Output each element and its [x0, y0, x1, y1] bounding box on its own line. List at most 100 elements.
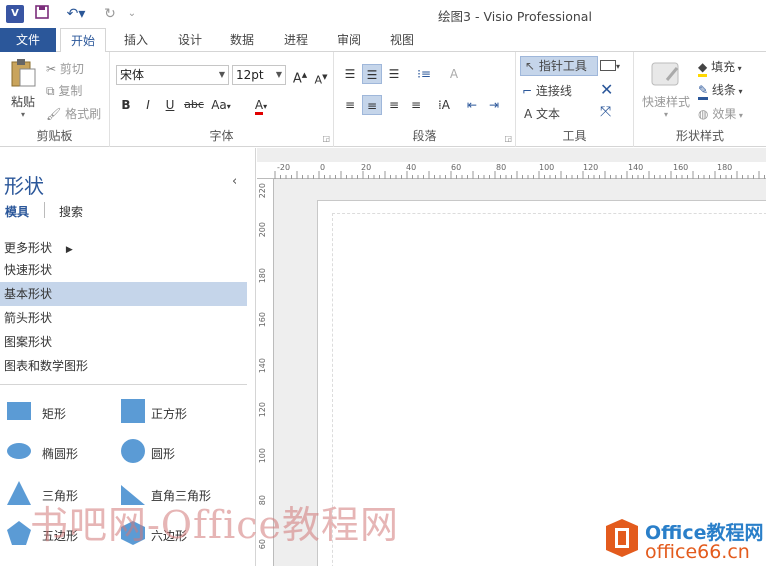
grow-font-button[interactable]: A▲ — [290, 65, 310, 86]
shape-circle[interactable]: 圆形 — [120, 438, 240, 468]
square-shape-icon — [121, 399, 145, 423]
effects-label: 效果 — [712, 107, 737, 121]
text-direction-button[interactable]: A — [444, 64, 464, 84]
ruler-label: 160 — [673, 163, 689, 172]
watermark-logo-bottom: office66.cn — [645, 541, 750, 563]
tab-review[interactable]: 审阅 — [327, 28, 371, 52]
tab-stencils[interactable]: 模具 — [5, 203, 29, 220]
font-size-value: 12pt — [236, 68, 264, 82]
ruler-label: 100 — [539, 163, 555, 172]
ruler-label: 140 — [628, 163, 644, 172]
shape-rectangle[interactable]: 矩形 — [6, 398, 116, 428]
tab-home[interactable]: 开始 — [60, 28, 107, 53]
align-left-button[interactable]: ≡ — [340, 95, 360, 115]
align-middle-button[interactable]: ☰ — [362, 64, 382, 84]
tab-insert[interactable]: 插入 — [114, 28, 158, 52]
ruler-label: 140 — [258, 358, 267, 374]
rectangle-shape-icon — [7, 402, 31, 420]
tab-data[interactable]: 数据 — [220, 28, 264, 52]
connector-tool-label: 连接线 — [535, 84, 572, 98]
pentagon-shape-icon — [7, 521, 31, 545]
tools-group-label: 工具 — [562, 129, 587, 143]
connector-icon: ⌐ — [522, 84, 533, 98]
tools-group: ↖ 指针工具 ▾ ⌐ 连接线 ✕ A 文本 ⤧ 工具 — [516, 52, 634, 147]
shape-square[interactable]: 正方形 — [120, 398, 240, 428]
decrease-indent-button[interactable]: ⇤ — [462, 95, 482, 115]
copy-icon: ⧉ — [46, 84, 55, 98]
shrink-font-button[interactable]: A▼ — [311, 67, 331, 87]
align-bottom-button[interactable]: ☰ — [384, 64, 404, 84]
align-right-button[interactable]: ≡ — [384, 95, 404, 115]
italic-button[interactable]: I — [138, 95, 158, 115]
quick-styles-icon — [651, 62, 679, 86]
ruler-label: 220 — [258, 183, 267, 199]
paragraph-group: ☰ ☰ ☰ ⁝≡ A ≡ ≡ ≡ ≡ ⁞A ⇤ ⇥ 段落 ◲ — [334, 52, 516, 147]
panel-divider — [0, 384, 247, 385]
rectangle-tool-button[interactable]: ▾ — [600, 58, 620, 72]
chevron-down-icon: ▼ — [218, 70, 225, 79]
text-tool-icon: A — [524, 107, 533, 121]
ribbon: 粘贴 ▾ ✂ 剪切 ⧉ 复制 🖌 格式刷 剪贴板 宋体 ▼ 12pt ▼ A▲ … — [0, 52, 766, 147]
circle-shape-icon — [121, 439, 145, 463]
tab-view[interactable]: 视图 — [380, 28, 424, 52]
tab-design[interactable]: 设计 — [168, 28, 212, 52]
horizontal-ruler[interactable]: -20 0 20 40 60 80 100 120 140 160 180 — [257, 162, 766, 179]
shape-ellipse[interactable]: 椭圆形 — [6, 438, 116, 468]
more-shapes-item[interactable]: 更多形状 ▶ — [0, 236, 247, 260]
clipboard-group-label: 剪贴板 — [36, 129, 73, 143]
pointer-icon: ↖ — [525, 59, 536, 73]
chevron-down-icon: ▼ — [275, 70, 282, 79]
vertical-text-button[interactable]: ⁞A — [434, 95, 454, 115]
increase-indent-button[interactable]: ⇥ — [484, 95, 504, 115]
close-icon[interactable]: ✕ — [600, 80, 613, 99]
bullets-button[interactable]: ⁝≡ — [414, 64, 434, 84]
line-button[interactable]: ✎ 线条 ▾ — [698, 81, 742, 100]
paste-label: 粘贴 — [10, 95, 35, 109]
stencil-item-quick-shapes[interactable]: 快速形状 — [0, 258, 247, 282]
ruler-label: 180 — [258, 268, 267, 284]
cut-button[interactable]: ✂ 剪切 — [46, 60, 84, 77]
ruler-label: 160 — [258, 312, 267, 328]
effects-icon: ◍ — [698, 107, 709, 121]
fill-button[interactable]: ◆ 填充 ▾ — [698, 58, 742, 77]
connector-tool-button[interactable]: ⌐ 连接线 — [522, 82, 572, 99]
stencil-item-basic-shapes[interactable]: 基本形状 — [0, 282, 247, 306]
font-group: 宋体 ▼ 12pt ▼ A▲ A▼ B I U abc Aa▾ A▾ 字体 ◲ — [110, 52, 334, 147]
text-tool-button[interactable]: A 文本 — [524, 105, 560, 122]
horizontal-ruler-ticks — [274, 171, 765, 179]
pen-icon: ✎ — [698, 83, 709, 100]
paragraph-dialog-launcher-icon[interactable]: ◲ — [504, 134, 512, 143]
shapes-panel-title: 形状 — [4, 174, 44, 198]
font-dialog-launcher-icon[interactable]: ◲ — [322, 134, 330, 143]
paste-button[interactable]: 粘贴 ▾ — [6, 58, 40, 124]
quick-styles-button[interactable]: 快速样式 ▾ — [638, 60, 694, 124]
format-painter-button[interactable]: 🖌 格式刷 — [46, 105, 101, 122]
align-top-button[interactable]: ☰ — [340, 64, 360, 84]
shape-styles-group-label: 形状样式 — [675, 129, 724, 143]
strikethrough-button[interactable]: abc — [182, 95, 206, 115]
copy-button[interactable]: ⧉ 复制 — [46, 82, 82, 99]
pointer-tool-label: 指针工具 — [538, 59, 587, 73]
quick-styles-label: 快速样式 — [641, 95, 690, 109]
font-size-dropdown[interactable]: 12pt ▼ — [232, 65, 286, 85]
align-center-button[interactable]: ≡ — [362, 95, 382, 115]
effects-button[interactable]: ◍ 效果 ▾ — [698, 105, 743, 122]
stencil-item-chart-math-shapes[interactable]: 图表和数学图形 — [0, 354, 247, 378]
stencil-item-arrow-shapes[interactable]: 箭头形状 — [0, 306, 247, 330]
justify-button[interactable]: ≡ — [406, 95, 426, 115]
font-name-dropdown[interactable]: 宋体 ▼ — [116, 65, 229, 85]
stencil-item-pattern-shapes[interactable]: 图案形状 — [0, 330, 247, 354]
clipboard-group: 粘贴 ▾ ✂ 剪切 ⧉ 复制 🖌 格式刷 剪贴板 — [0, 52, 110, 147]
tab-file[interactable]: 文件 — [0, 28, 56, 52]
tab-search[interactable]: 搜索 — [59, 203, 83, 220]
change-case-button[interactable]: Aa▾ — [206, 95, 236, 115]
font-color-button[interactable]: A▾ — [246, 95, 276, 115]
tab-process[interactable]: 进程 — [274, 28, 318, 52]
bold-button[interactable]: B — [116, 95, 136, 115]
pointer-tool-button[interactable]: ↖ 指针工具 — [520, 56, 598, 76]
ruler-label: 40 — [406, 163, 417, 172]
underline-button[interactable]: U — [160, 95, 180, 115]
text-tool-label: 文本 — [536, 107, 561, 121]
collapse-panel-icon[interactable]: ‹ — [232, 174, 237, 189]
connection-point-icon[interactable]: ⤧ — [600, 104, 611, 120]
